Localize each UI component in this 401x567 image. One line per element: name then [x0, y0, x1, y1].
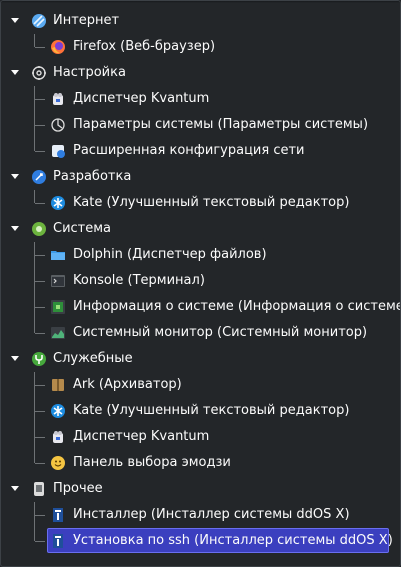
system-settings-icon — [50, 117, 66, 133]
tree-connector-line — [35, 515, 45, 516]
app-list-item[interactable]: Диспетчер Kvantum — [0, 424, 401, 450]
system-monitor-icon — [50, 325, 66, 341]
category-label: Система — [53, 221, 112, 236]
app-label: Диспетчер Kvantum — [73, 429, 210, 444]
kvantum-icon — [50, 429, 66, 445]
installer-icon — [50, 507, 66, 523]
app-list-item[interactable]: Расширенная конфигурация сети — [0, 138, 401, 164]
tree-connector-line — [35, 463, 45, 464]
app-label: Параметры системы (Параметры системы) — [73, 117, 369, 132]
category-row[interactable]: Интернет — [0, 8, 401, 34]
category-row[interactable]: Прочее — [0, 476, 401, 502]
app-label: Расширенная конфигурация сети — [73, 143, 305, 158]
expand-arrow-icon[interactable] — [11, 18, 19, 23]
kate-icon — [50, 403, 66, 419]
tree-connector-line — [35, 47, 45, 48]
system-info-icon — [50, 299, 66, 315]
ark-archiver-icon — [50, 377, 66, 393]
app-list-item[interactable]: Панель выбора эмодзи — [0, 450, 401, 476]
category-label: Прочее — [53, 481, 103, 496]
firefox-icon — [50, 39, 66, 55]
category-label: Настройка — [53, 65, 126, 80]
scroll-shadow — [1, 0, 400, 3]
app-list-item[interactable]: Ark (Архиватор) — [0, 372, 401, 398]
settings-gear-icon — [31, 65, 47, 81]
emoji-icon — [50, 455, 66, 471]
kate-icon — [50, 195, 66, 211]
expand-arrow-icon[interactable] — [11, 70, 19, 75]
app-label: Установка по ssh (Инсталлер системы ddOS… — [73, 533, 393, 548]
network-config-icon — [50, 143, 66, 159]
tree-connector-line — [35, 307, 45, 308]
expand-arrow-icon[interactable] — [11, 174, 19, 179]
app-list-item[interactable]: Диспетчер Kvantum — [0, 86, 401, 112]
kvantum-icon — [50, 91, 66, 107]
tree-connector-line — [35, 333, 45, 334]
app-label: Ark (Архиватор) — [73, 377, 182, 392]
tree-connector-line — [35, 151, 45, 152]
app-list-item[interactable]: Kate (Улучшенный текстовый редактор) — [0, 398, 401, 424]
app-label: Инсталлер (Инсталлер системы ddOS X) — [73, 507, 350, 522]
app-list-item[interactable]: Параметры системы (Параметры системы) — [0, 112, 401, 138]
tree-connector-line — [35, 255, 45, 256]
tree-connector-line — [35, 437, 45, 438]
tree-connector-line — [35, 125, 45, 126]
app-list-item[interactable]: Dolphin (Диспетчер файлов) — [0, 242, 401, 268]
app-label: Информация о системе (Информация о систе… — [73, 299, 401, 314]
tree-connector-line — [35, 99, 45, 100]
category-row[interactable]: Разработка — [0, 164, 401, 190]
dolphin-folder-icon — [50, 247, 66, 263]
app-label: Панель выбора эмодзи — [73, 455, 231, 470]
globe-icon — [31, 13, 47, 29]
system-icon — [31, 221, 47, 237]
tree-connector-line — [35, 281, 45, 282]
app-label: Dolphin (Диспетчер файлов) — [73, 247, 267, 262]
tree-connector-line — [35, 541, 45, 542]
expand-arrow-icon[interactable] — [11, 486, 19, 491]
category-row[interactable]: Служебные — [0, 346, 401, 372]
app-list-item[interactable]: Kate (Улучшенный текстовый редактор) — [0, 190, 401, 216]
tree-connector-line — [35, 411, 45, 412]
app-label: Системный монитор (Системный монитор) — [73, 325, 368, 340]
app-label: Kate (Улучшенный текстовый редактор) — [73, 403, 350, 418]
ssh-installer-icon — [50, 533, 66, 549]
app-list-item[interactable]: Firefox (Веб-браузер) — [0, 34, 401, 60]
expand-arrow-icon[interactable] — [11, 356, 19, 361]
utilities-icon — [31, 351, 47, 367]
app-list-item[interactable]: Информация о системе (Информация о систе… — [0, 294, 401, 320]
tree-connector-line — [35, 385, 45, 386]
category-label: Интернет — [53, 13, 120, 28]
app-list-item[interactable]: Установка по ssh (Инсталлер системы ddOS… — [0, 528, 401, 554]
category-row[interactable]: Система — [0, 216, 401, 242]
konsole-terminal-icon — [50, 273, 66, 289]
category-row[interactable]: Настройка — [0, 60, 401, 86]
expand-arrow-icon[interactable] — [11, 226, 19, 231]
category-label: Служебные — [53, 351, 133, 366]
app-label: Konsole (Терминал) — [73, 273, 205, 288]
app-label: Firefox (Веб-браузер) — [73, 39, 216, 54]
app-list-item[interactable]: Системный монитор (Системный монитор) — [0, 320, 401, 346]
app-list-item[interactable]: Konsole (Терминал) — [0, 268, 401, 294]
development-icon — [31, 169, 47, 185]
category-label: Разработка — [53, 169, 132, 184]
other-icon — [31, 481, 47, 497]
app-label: Диспетчер Kvantum — [73, 91, 210, 106]
app-label: Kate (Улучшенный текстовый редактор) — [73, 195, 350, 210]
app-list-item[interactable]: Инсталлер (Инсталлер системы ddOS X) — [0, 502, 401, 528]
tree-connector-line — [35, 203, 45, 204]
